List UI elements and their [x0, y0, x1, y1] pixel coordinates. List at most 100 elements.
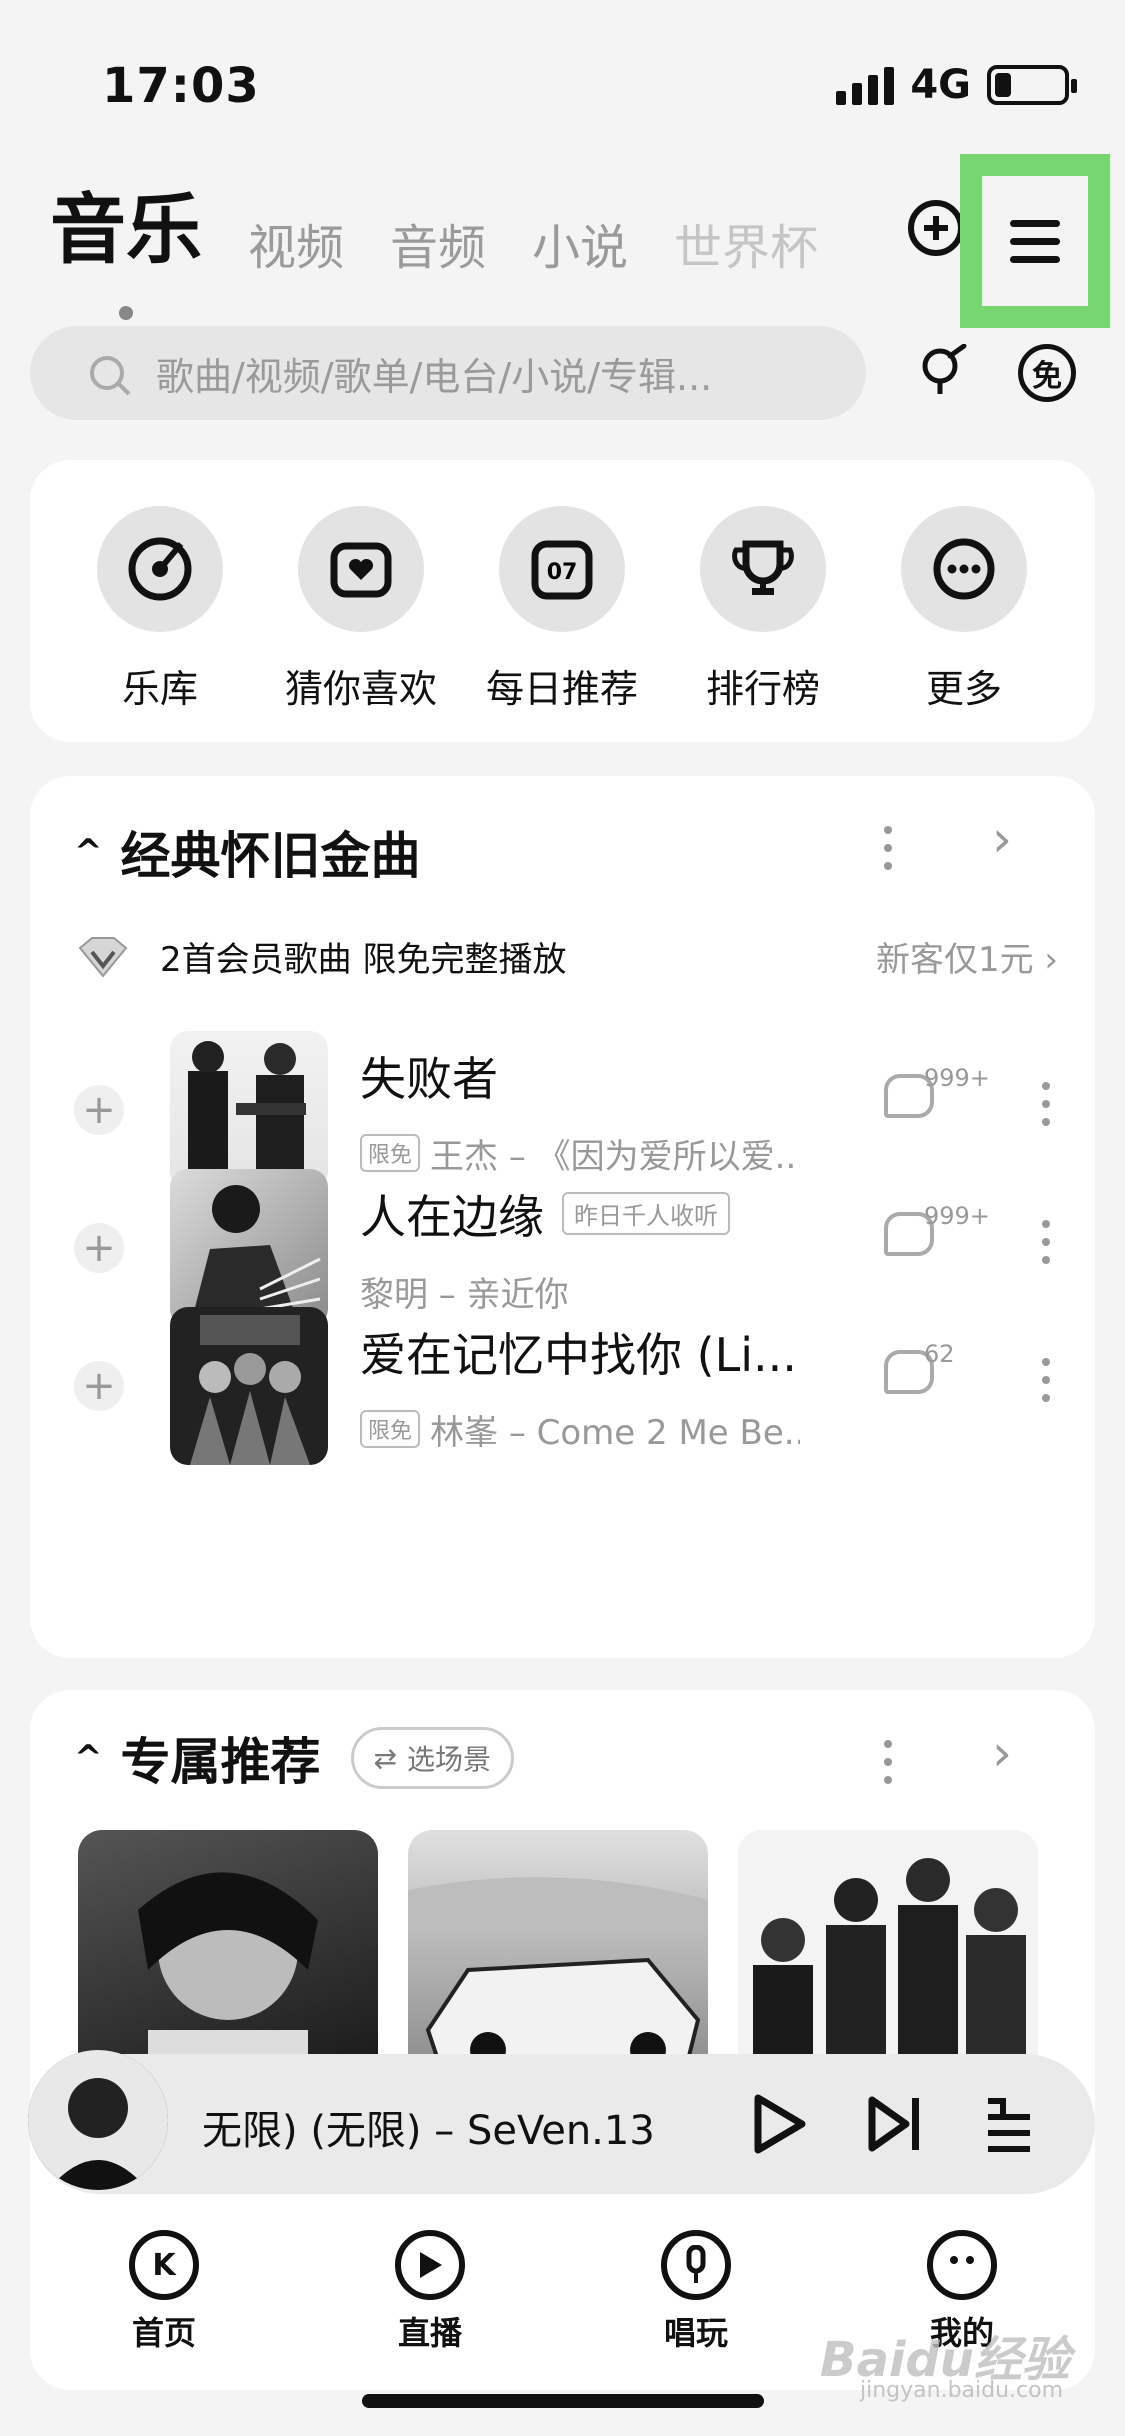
network-label: 4G	[910, 62, 971, 108]
quick-item-guess-like[interactable]: 猜你喜欢	[266, 506, 456, 713]
vip-offer-label: 新客仅1元	[875, 940, 1034, 980]
quick-label: 乐库	[121, 667, 198, 711]
section-header: ^ 经典怀旧金曲	[74, 816, 421, 888]
heart-radio-icon	[298, 506, 424, 632]
swap-icon: ⇄	[373, 1741, 397, 1775]
collapse-caret-icon[interactable]: ^	[74, 1738, 103, 1778]
tab-world-cup[interactable]: 世界杯	[674, 208, 818, 278]
home-indicator	[362, 2394, 764, 2408]
song-more-icon[interactable]	[1042, 1358, 1050, 1402]
song-more-icon[interactable]	[1042, 1082, 1050, 1126]
quick-item-charts[interactable]: 排行榜	[668, 506, 858, 713]
quick-item-library[interactable]: 乐库	[65, 506, 255, 713]
music-library-icon	[97, 506, 223, 632]
scene-button-label: 选场景	[406, 1743, 491, 1776]
quick-label: 猜你喜欢	[284, 667, 437, 711]
calendar-icon: 07	[499, 506, 625, 632]
nav-label: 首页	[131, 2314, 196, 2352]
song-meta: 林峯 – Come 2 Me Be...	[430, 1412, 800, 1453]
tab-video[interactable]: 视频	[248, 208, 344, 278]
now-playing-cover[interactable]	[28, 2050, 168, 2190]
top-tabs: 音乐 视频 音频 小说 世界杯	[50, 168, 818, 278]
status-time: 17:03	[102, 58, 260, 114]
nav-home[interactable]: K 首页	[64, 2230, 264, 2354]
nav-sing[interactable]: 唱玩	[596, 2230, 796, 2354]
k-home-icon: K	[129, 2230, 199, 2300]
search-icon	[90, 356, 124, 390]
section-arrow-icon[interactable]: ›	[992, 1724, 1012, 1782]
section-more-icon[interactable]	[884, 1740, 892, 1784]
section-header: ^ 专属推荐 ⇄ 选场景	[74, 1722, 514, 1794]
song-more-icon[interactable]	[1042, 1220, 1050, 1264]
search-placeholder: 歌曲/视频/歌单/电台/小说/专辑...	[156, 354, 713, 399]
free-limited-badge: 限免	[360, 1134, 421, 1172]
playlist-cover[interactable]	[408, 1830, 708, 2070]
mic-icon	[661, 2230, 731, 2300]
song-title: 爱在记忆中找你 (Li...	[360, 1327, 797, 1382]
diamond-icon	[78, 936, 128, 978]
section-arrow-icon[interactable]: ›	[992, 810, 1012, 868]
scene-select-button[interactable]: ⇄ 选场景	[350, 1727, 514, 1789]
vip-text: 2首会员歌曲 限免完整播放	[160, 940, 567, 980]
battery-icon	[987, 65, 1077, 105]
search-bar[interactable]: 歌曲/视频/歌单/电台/小说/专辑...	[30, 326, 866, 420]
playlist-cover[interactable]	[738, 1830, 1038, 2070]
quick-item-daily[interactable]: 07 每日推荐	[467, 506, 657, 713]
quick-entries-card: 乐库 猜你喜欢 07 每日推荐 排行榜 更多	[30, 460, 1095, 742]
play-icon[interactable]	[748, 2092, 808, 2156]
free-limited-badge: 限免	[360, 1410, 421, 1448]
section-more-icon[interactable]	[884, 826, 892, 870]
nav-label: 直播	[397, 2314, 462, 2352]
section-title: 专属推荐	[120, 1733, 321, 1791]
song-row[interactable]: + 人在边缘 昨日千人收听 黎明 – 亲近你 999+	[74, 1168, 1064, 1328]
song-info: 爱在记忆中找你 (Li... 限免 林峯 – Come 2 Me Be...	[360, 1319, 800, 1454]
free-mode-icon[interactable]: 免	[1018, 344, 1076, 402]
tab-novel[interactable]: 小说	[532, 208, 628, 278]
trophy-icon	[700, 506, 826, 632]
tab-audio[interactable]: 音频	[390, 208, 486, 278]
add-song-icon[interactable]: +	[74, 1223, 124, 1273]
album-cover	[170, 1031, 328, 1189]
hamburger-line	[1010, 237, 1060, 245]
hamburger-line	[1010, 219, 1060, 227]
section-title: 经典怀旧金曲	[120, 827, 421, 885]
song-row[interactable]: + 爱在记忆中找你 (Li... 限免 林峯 – Come 2 Me Be... …	[74, 1306, 1064, 1466]
comment-count: 62	[924, 1340, 955, 1368]
vip-offer: 新客仅1元 ›	[875, 940, 1058, 980]
song-title: 失败者	[360, 1051, 498, 1106]
playlist-icon[interactable]	[984, 2094, 1034, 2154]
nav-label: 唱玩	[663, 2314, 728, 2352]
song-tag: 昨日千人收听	[562, 1192, 730, 1235]
album-cover	[170, 1169, 328, 1327]
song-info: 人在边缘 昨日千人收听 黎明 – 亲近你	[360, 1181, 800, 1316]
song-info: 失败者 限免 王杰 – 《因为爱所以爱...	[360, 1043, 800, 1178]
vip-banner[interactable]: 2首会员歌曲 限免完整播放 新客仅1元 ›	[78, 932, 1058, 981]
song-row[interactable]: + 失败者 限免 王杰 – 《因为爱所以爱... 999+	[74, 1030, 1064, 1190]
face-icon	[927, 2230, 997, 2300]
voice-search-icon[interactable]	[914, 344, 968, 398]
signal-icon	[836, 65, 895, 105]
comment-count: 999+	[924, 1202, 990, 1230]
song-title: 人在边缘	[360, 1189, 544, 1244]
nav-live[interactable]: 直播	[330, 2230, 530, 2354]
next-track-icon[interactable]	[866, 2092, 926, 2156]
playlist-cover[interactable]	[78, 1830, 378, 2070]
more-icon	[901, 506, 1027, 632]
live-play-icon	[395, 2230, 465, 2300]
menu-button[interactable]	[960, 154, 1110, 328]
quick-label: 每日推荐	[485, 667, 638, 711]
album-cover	[170, 1307, 328, 1465]
collapse-caret-icon[interactable]: ^	[74, 832, 103, 872]
comment-count: 999+	[924, 1064, 990, 1092]
quick-item-more[interactable]: 更多	[869, 506, 1059, 713]
tab-music[interactable]: 音乐	[50, 168, 202, 278]
add-icon[interactable]	[908, 200, 964, 256]
calendar-badge: 07	[547, 560, 578, 585]
quick-label: 排行榜	[705, 667, 820, 711]
quick-label: 更多	[925, 667, 1002, 711]
now-playing-title: 无限) (无限) – SeVen.13	[202, 2108, 655, 2154]
mini-player[interactable]: 无限) (无限) – SeVen.13	[28, 2050, 1095, 2194]
add-song-icon[interactable]: +	[74, 1361, 124, 1411]
add-song-icon[interactable]: +	[74, 1085, 124, 1135]
hamburger-line	[1010, 255, 1060, 263]
